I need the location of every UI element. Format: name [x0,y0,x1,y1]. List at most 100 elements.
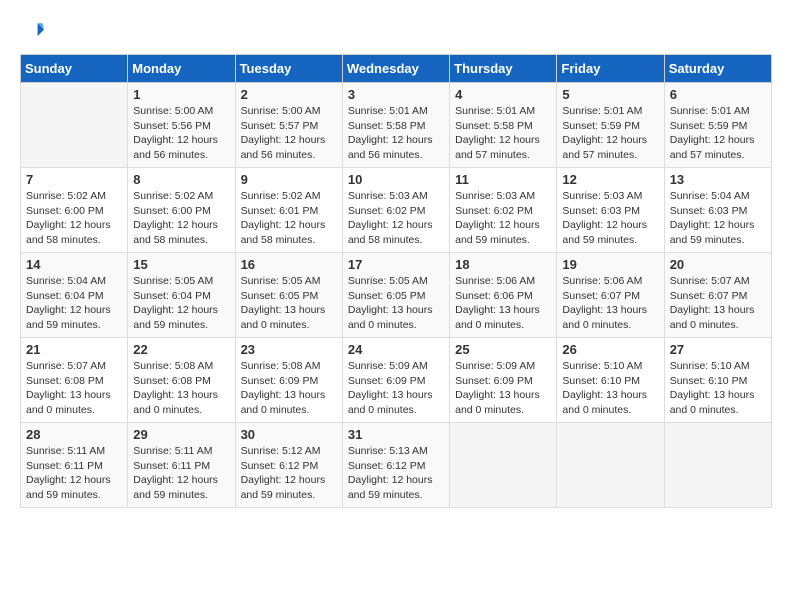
day-number: 17 [348,257,444,272]
page-header [20,20,772,44]
calendar-cell: 23 Sunrise: 5:08 AMSunset: 6:09 PMDayligh… [235,338,342,423]
calendar-cell: 2Sunrise: 5:00 AMSunset: 5:57 PMDaylight… [235,83,342,168]
calendar-cell: 19 Sunrise: 5:06 AMSunset: 6:07 PMDayligh… [557,253,664,338]
header-friday: Friday [557,55,664,83]
header-sunday: Sunday [21,55,128,83]
calendar-cell: 13 Sunrise: 5:04 AMSunset: 6:03 PMDayligh… [664,168,771,253]
day-info: Sunrise: 5:10 AMSunset: 6:10 PMDaylight:… [670,359,766,418]
day-info: Sunrise: 5:01 AMSunset: 5:58 PMDaylight:… [455,104,551,163]
calendar-body: 1 Sunrise: 5:00 AMSunset: 5:56 PMDaylight… [21,83,772,508]
calendar-cell: 29 Sunrise: 5:11 AMSunset: 6:11 PMDayligh… [128,423,235,508]
calendar-cell: 15 Sunrise: 5:05 AMSunset: 6:04 PMDayligh… [128,253,235,338]
day-info: Sunrise: 5:00 AMSunset: 5:56 PMDaylight:… [133,104,229,163]
calendar-cell: 12 Sunrise: 5:03 AMSunset: 6:03 PMDayligh… [557,168,664,253]
week-row-1: 7 Sunrise: 5:02 AMSunset: 6:00 PMDaylight… [21,168,772,253]
day-info: Sunrise: 5:03 AMSunset: 6:02 PMDaylight:… [348,189,444,248]
calendar-cell: 1 Sunrise: 5:00 AMSunset: 5:56 PMDaylight… [128,83,235,168]
day-info: Sunrise: 5:08 AMSunset: 6:08 PMDaylight:… [133,359,229,418]
day-number: 20 [670,257,766,272]
calendar-cell: 31 Sunrise: 5:13 AMSunset: 6:12 PMDayligh… [342,423,449,508]
calendar-cell: 26Sunrise: 5:10 AMSunset: 6:10 PMDayligh… [557,338,664,423]
calendar-cell: 5 Sunrise: 5:01 AMSunset: 5:59 PMDaylight… [557,83,664,168]
logo [20,20,48,44]
day-number: 22 [133,342,229,357]
calendar-cell [664,423,771,508]
day-info: Sunrise: 5:01 AMSunset: 5:59 PMDaylight:… [562,104,658,163]
day-number: 31 [348,427,444,442]
day-info: Sunrise: 5:02 AMSunset: 6:00 PMDaylight:… [133,189,229,248]
calendar-cell: 28Sunrise: 5:11 AMSunset: 6:11 PMDayligh… [21,423,128,508]
day-number: 13 [670,172,766,187]
logo-icon [20,20,44,44]
calendar-cell: 24 Sunrise: 5:09 AMSunset: 6:09 PMDayligh… [342,338,449,423]
header-thursday: Thursday [450,55,557,83]
day-number: 27 [670,342,766,357]
day-info: Sunrise: 5:09 AMSunset: 6:09 PMDaylight:… [455,359,551,418]
day-info: Sunrise: 5:12 AMSunset: 6:12 PMDaylight:… [241,444,337,503]
week-row-0: 1 Sunrise: 5:00 AMSunset: 5:56 PMDaylight… [21,83,772,168]
calendar-cell: 7 Sunrise: 5:02 AMSunset: 6:00 PMDaylight… [21,168,128,253]
header-wednesday: Wednesday [342,55,449,83]
day-number: 25 [455,342,551,357]
day-info: Sunrise: 5:03 AMSunset: 6:03 PMDaylight:… [562,189,658,248]
day-number: 24 [348,342,444,357]
calendar-cell: 21 Sunrise: 5:07 AMSunset: 6:08 PMDayligh… [21,338,128,423]
header-monday: Monday [128,55,235,83]
calendar-cell: 10Sunrise: 5:03 AMSunset: 6:02 PMDayligh… [342,168,449,253]
day-number: 28 [26,427,122,442]
day-info: Sunrise: 5:07 AMSunset: 6:07 PMDaylight:… [670,274,766,333]
calendar-header: SundayMondayTuesdayWednesdayThursdayFrid… [21,55,772,83]
calendar-cell: 4 Sunrise: 5:01 AMSunset: 5:58 PMDaylight… [450,83,557,168]
header-saturday: Saturday [664,55,771,83]
calendar-cell [21,83,128,168]
day-number: 29 [133,427,229,442]
calendar-cell: 18Sunrise: 5:06 AMSunset: 6:06 PMDayligh… [450,253,557,338]
day-info: Sunrise: 5:11 AMSunset: 6:11 PMDaylight:… [133,444,229,503]
calendar-cell: 11Sunrise: 5:03 AMSunset: 6:02 PMDayligh… [450,168,557,253]
day-info: Sunrise: 5:08 AMSunset: 6:09 PMDaylight:… [241,359,337,418]
day-number: 7 [26,172,122,187]
week-row-2: 14Sunrise: 5:04 AMSunset: 6:04 PMDayligh… [21,253,772,338]
calendar-cell: 9 Sunrise: 5:02 AMSunset: 6:01 PMDaylight… [235,168,342,253]
day-number: 23 [241,342,337,357]
day-number: 26 [562,342,658,357]
day-number: 12 [562,172,658,187]
day-number: 1 [133,87,229,102]
day-info: Sunrise: 5:03 AMSunset: 6:02 PMDaylight:… [455,189,551,248]
day-number: 14 [26,257,122,272]
day-info: Sunrise: 5:05 AMSunset: 6:05 PMDaylight:… [241,274,337,333]
day-info: Sunrise: 5:09 AMSunset: 6:09 PMDaylight:… [348,359,444,418]
day-info: Sunrise: 5:01 AMSunset: 5:59 PMDaylight:… [670,104,766,163]
day-info: Sunrise: 5:02 AMSunset: 6:01 PMDaylight:… [241,189,337,248]
day-number: 5 [562,87,658,102]
day-number: 9 [241,172,337,187]
day-number: 19 [562,257,658,272]
day-info: Sunrise: 5:06 AMSunset: 6:07 PMDaylight:… [562,274,658,333]
calendar-cell: 17Sunrise: 5:05 AMSunset: 6:05 PMDayligh… [342,253,449,338]
calendar-cell [557,423,664,508]
day-number: 8 [133,172,229,187]
day-info: Sunrise: 5:04 AMSunset: 6:03 PMDaylight:… [670,189,766,248]
calendar-cell: 20 Sunrise: 5:07 AMSunset: 6:07 PMDayligh… [664,253,771,338]
calendar-cell: 8 Sunrise: 5:02 AMSunset: 6:00 PMDaylight… [128,168,235,253]
calendar-table: SundayMondayTuesdayWednesdayThursdayFrid… [20,54,772,508]
day-number: 3 [348,87,444,102]
day-number: 30 [241,427,337,442]
day-info: Sunrise: 5:00 AMSunset: 5:57 PMDaylight:… [241,104,337,163]
week-row-4: 28 Sunrise: 5:11 AMSunset: 6:11 PMDayligh… [21,423,772,508]
calendar-cell: 14Sunrise: 5:04 AMSunset: 6:04 PMDayligh… [21,253,128,338]
header-tuesday: Tuesday [235,55,342,83]
day-number: 21 [26,342,122,357]
day-number: 4 [455,87,551,102]
day-info: Sunrise: 5:07 AMSunset: 6:08 PMDaylight:… [26,359,122,418]
day-number: 15 [133,257,229,272]
day-info: Sunrise: 5:02 AMSunset: 6:00 PMDaylight:… [26,189,122,248]
day-info: Sunrise: 5:01 AMSunset: 5:58 PMDaylight:… [348,104,444,163]
day-number: 16 [241,257,337,272]
calendar-cell [450,423,557,508]
day-info: Sunrise: 5:13 AMSunset: 6:12 PMDaylight:… [348,444,444,503]
week-row-3: 21 Sunrise: 5:07 AMSunset: 6:08 PMDayligh… [21,338,772,423]
calendar-cell: 16 Sunrise: 5:05 AMSunset: 6:05 PMDayligh… [235,253,342,338]
day-info: Sunrise: 5:05 AMSunset: 6:04 PMDaylight:… [133,274,229,333]
calendar-cell: 27 Sunrise: 5:10 AMSunset: 6:10 PMDayligh… [664,338,771,423]
